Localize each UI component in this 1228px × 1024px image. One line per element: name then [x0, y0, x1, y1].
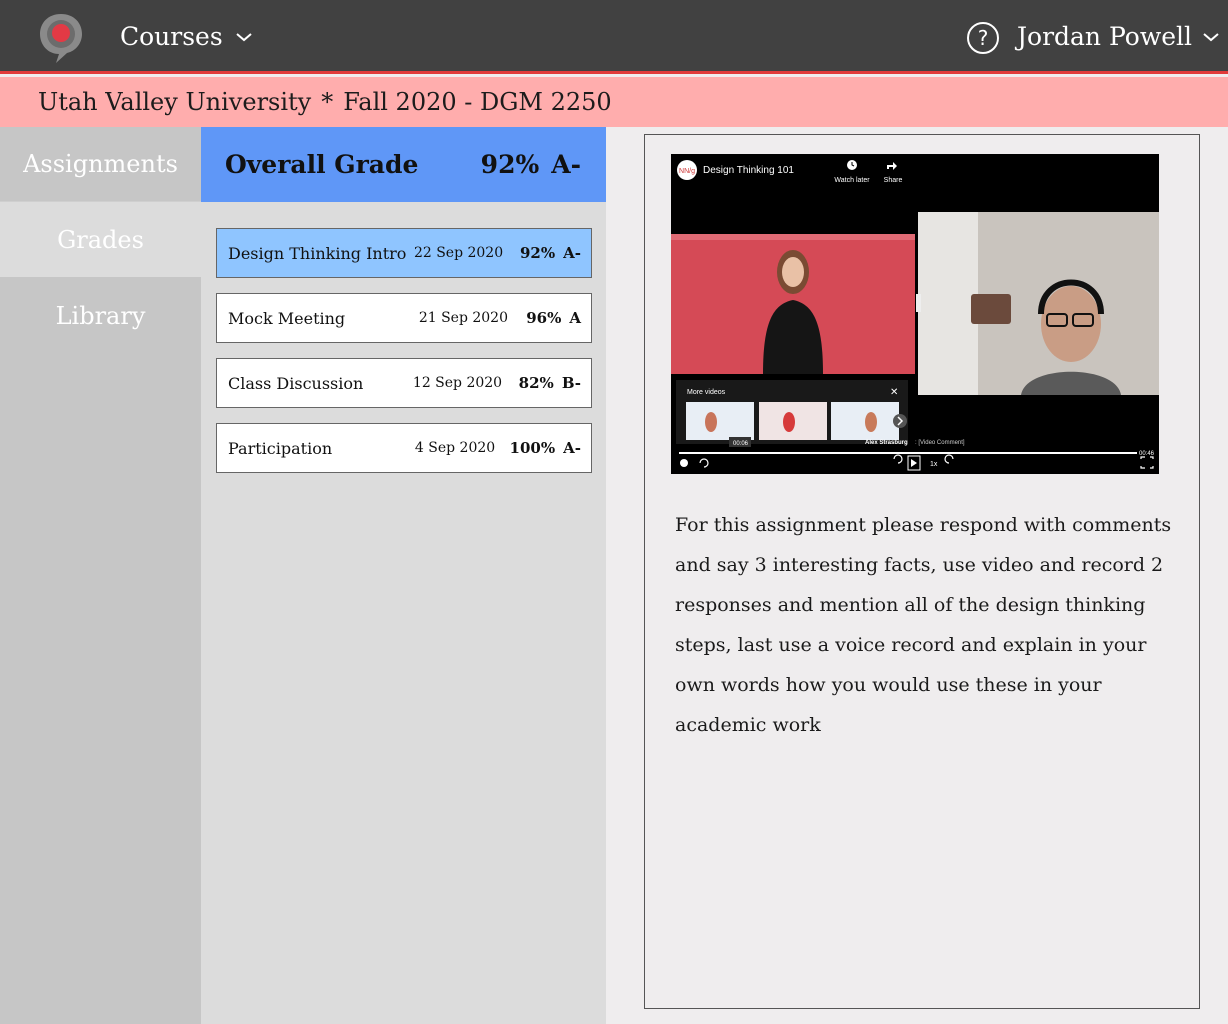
more-video-thumb[interactable]	[686, 402, 754, 440]
grade-percent: 92%	[520, 244, 556, 262]
speed-label[interactable]: 1x	[930, 461, 938, 468]
fullscreen-icon[interactable]	[1140, 456, 1154, 469]
channel-badge: NN/g	[679, 168, 695, 175]
overall-grade-score: 92% A-	[481, 150, 581, 179]
grades-panel: Overall Grade 92% A- Design Thinking Int…	[201, 127, 606, 1024]
grade-score: 100% A-	[510, 439, 581, 457]
video-player[interactable]: NN/g Design Thinking 101 Watch later Sha…	[671, 154, 1159, 474]
watch-later-label[interactable]: Watch later	[834, 177, 870, 184]
more-video-thumb[interactable]	[831, 402, 899, 440]
presenter-face	[782, 257, 804, 287]
courses-label: Courses	[120, 22, 223, 51]
grade-row-mock-meeting[interactable]: Mock Meeting 21 Sep 2020 96% A	[216, 293, 592, 343]
overall-grade-label: Overall Grade	[225, 150, 419, 179]
progress-bar[interactable]	[679, 452, 1137, 454]
overall-grade-letter: A-	[551, 150, 581, 179]
next-arrow-icon[interactable]	[893, 414, 907, 428]
user-name: Jordan Powell	[1017, 22, 1193, 51]
rewind-icon[interactable]	[893, 454, 903, 464]
video-title[interactable]: Design Thinking 101	[703, 165, 794, 176]
grade-letter: A-	[563, 439, 581, 457]
comment-tag: : [Video Comment]	[915, 440, 965, 446]
sidebar-item-library[interactable]: Library	[0, 278, 201, 353]
grade-name: Class Discussion	[228, 373, 364, 393]
grade-row-participation[interactable]: Participation 4 Sep 2020 100% A-	[216, 423, 592, 473]
help-symbol: ?	[977, 26, 989, 50]
grade-date: 21 Sep 2020	[418, 310, 508, 326]
sidebar: Assignments Grades Library	[0, 127, 201, 1024]
more-videos-label: More videos	[687, 389, 726, 396]
grade-date: 4 Sep 2020	[414, 440, 496, 456]
share-icon[interactable]	[887, 162, 897, 170]
user-menu[interactable]: Jordan Powell	[1017, 22, 1220, 51]
help-icon[interactable]: ?	[967, 22, 999, 54]
sidebar-item-assignments[interactable]: Assignments	[0, 127, 201, 202]
commenter-name: Alex Strasburg	[865, 440, 908, 446]
grade-letter: A	[569, 309, 581, 327]
context-separator: *	[321, 88, 334, 116]
grade-date: 22 Sep 2020	[413, 245, 504, 261]
grade-date: 12 Sep 2020	[412, 375, 503, 391]
chat-bubble-record-icon[interactable]	[38, 12, 84, 64]
share-label[interactable]: Share	[884, 177, 903, 184]
grade-name: Participation	[228, 438, 333, 458]
grade-score: 82% B-	[518, 374, 581, 392]
overall-grade-percent: 92%	[480, 150, 540, 179]
chevron-down-icon	[236, 32, 252, 41]
grade-score: 96% A	[526, 309, 581, 327]
end-time: 00:46	[1139, 451, 1155, 457]
school-name: Utah Valley University	[38, 88, 312, 116]
grade-score: 92% A-	[520, 244, 582, 262]
current-time: 00:06	[733, 441, 749, 447]
grade-percent: 96%	[526, 309, 562, 327]
course-context-bar: Utah Valley University * Fall 2020 - DGM…	[0, 77, 1228, 127]
play-icon	[911, 459, 917, 467]
settings-icon[interactable]	[680, 459, 688, 467]
grade-row-class-discussion[interactable]: Class Discussion 12 Sep 2020 82% B-	[216, 358, 592, 408]
close-icon[interactable]: ✕	[890, 387, 898, 398]
top-bar: Courses ? Jordan Powell	[0, 0, 1228, 74]
sidebar-item-grades[interactable]: Grades	[0, 202, 201, 277]
assignment-detail-panel: NN/g Design Thinking 101 Watch later Sha…	[644, 134, 1200, 1009]
loop-icon[interactable]	[699, 458, 709, 468]
overall-grade-banner: Overall Grade 92% A-	[201, 127, 606, 202]
course-name: Fall 2020 - DGM 2250	[343, 88, 612, 116]
grade-row-design-thinking-intro[interactable]: Design Thinking Intro 22 Sep 2020 92% A-	[216, 228, 592, 278]
grade-percent: 82%	[518, 374, 554, 392]
clock-icon[interactable]	[847, 160, 857, 170]
grade-letter: A-	[563, 244, 582, 262]
grade-name: Design Thinking Intro	[228, 243, 407, 263]
chevron-down-icon	[1203, 32, 1219, 41]
grade-name: Mock Meeting	[228, 308, 346, 328]
courses-dropdown[interactable]: Courses	[120, 22, 253, 51]
grade-percent: 100%	[509, 439, 556, 457]
grade-letter: B-	[561, 374, 581, 392]
assignment-instructions: For this assignment please respond with …	[675, 514, 1172, 736]
forward-icon[interactable]	[944, 454, 954, 464]
